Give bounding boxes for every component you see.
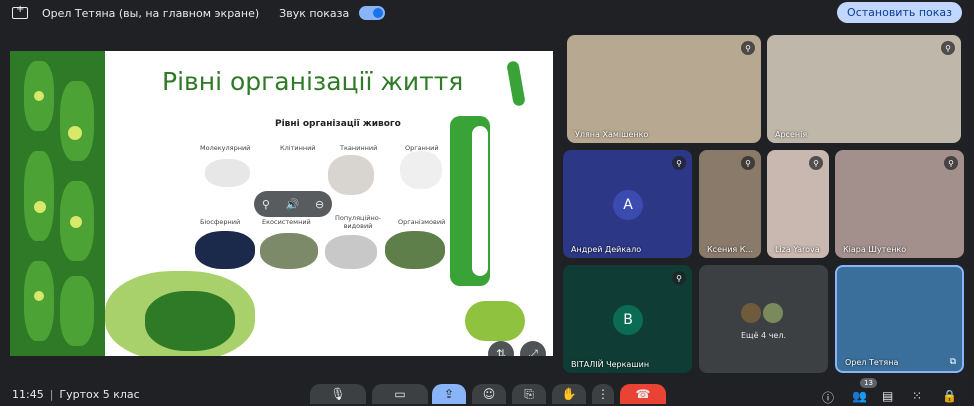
meeting-name: Гуртох 5 клас	[59, 387, 140, 401]
chat-icon[interactable]: ▤	[882, 389, 893, 403]
mic-off-icon: ⚲	[809, 156, 823, 170]
mic-off-icon: ⚲	[672, 156, 686, 170]
participant-name: Кіара Шутенко	[843, 245, 907, 254]
mic-off-icon[interactable]: ⚲	[262, 198, 270, 211]
leaf-cell	[60, 276, 94, 346]
top-bar: Орел Тетяна (вы, на главном экране) Звук…	[0, 0, 974, 26]
slide-title: Рівні організації життя	[162, 67, 464, 96]
avatar	[741, 303, 761, 323]
volume-icon[interactable]: 🔊	[286, 198, 300, 211]
leaf-dot	[34, 91, 44, 101]
leaf-dot	[34, 201, 46, 213]
clock: 11:45	[12, 387, 44, 401]
level-label: Клітинний	[280, 144, 316, 152]
level-label: Популяційно-видовий	[334, 214, 382, 230]
present-screen-icon	[12, 4, 28, 19]
pip-icon[interactable]: ⧉	[950, 357, 956, 367]
mic-off-icon: ⚲	[741, 41, 755, 55]
biosphere-image	[195, 231, 255, 269]
end-call-icon: ☎	[635, 387, 651, 401]
emoji-icon: ☺	[482, 387, 496, 401]
presented-slide: Рівні організації життя Рівні організаці…	[10, 51, 553, 356]
participant-tile[interactable]: ⚲ Арсенія	[767, 35, 961, 143]
mic-off-icon: ⚲	[672, 271, 686, 285]
molecule-image	[205, 159, 250, 187]
more-participants-label: Ещё 4 чел.	[741, 331, 786, 340]
captions-button[interactable]: ⎘	[512, 384, 546, 404]
emoji-button[interactable]: ☺	[472, 384, 506, 404]
participant-tile[interactable]: ⚲ Liza Yarova	[767, 150, 829, 258]
activities-icon[interactable]: ⁙	[912, 389, 922, 403]
mic-button[interactable]: 🎙	[310, 384, 366, 404]
level-label: Тканинний	[340, 144, 378, 152]
participant-name: Орел Тетяна	[845, 358, 899, 367]
mic-off-icon: ⚲	[941, 41, 955, 55]
participant-name: ВІТАЛІЙ Черкашин	[571, 360, 650, 369]
leaf-dot	[68, 126, 82, 140]
population-image	[325, 235, 377, 269]
presenter-name: Орел Тетяна (вы, на главном экране)	[42, 6, 260, 20]
mic-off-icon: ⚲	[944, 156, 958, 170]
bacteria	[506, 60, 526, 107]
participant-tile[interactable]: ⚲ Ксения К...	[699, 150, 761, 258]
participant-name: Андрей Дейкало	[571, 245, 642, 254]
separator: |	[49, 387, 54, 401]
remove-icon[interactable]: ⊖	[315, 198, 324, 211]
slide-subtitle: Рівні організації живого	[275, 119, 401, 129]
participant-name: Ксения К...	[707, 245, 754, 254]
level-label: Екосистемний	[262, 218, 311, 226]
leaf-cell	[24, 261, 54, 341]
swap-icon[interactable]: ⇅	[488, 341, 514, 356]
participant-tile[interactable]: ⚲ Уляна Хамішенко	[567, 35, 761, 143]
slide-controls: ⚲ 🔊 ⊖	[254, 191, 332, 217]
organ-image	[400, 151, 442, 189]
more-participants-tile[interactable]: Ещё 4 чел.	[699, 265, 828, 373]
more-options-button[interactable]: ⋮	[592, 384, 614, 404]
raise-hand-button[interactable]: ✋	[552, 384, 586, 404]
people-icon[interactable]: 👥	[852, 389, 867, 403]
organism-image	[385, 231, 445, 269]
captions-icon: ⎘	[524, 386, 534, 401]
level-label: Молекулярний	[200, 144, 251, 152]
level-label: Біосферний	[200, 218, 241, 226]
participant-name: Liza Yarova	[775, 245, 820, 254]
present-button[interactable]: ⇪	[432, 384, 466, 404]
camera-icon: ▭	[394, 387, 406, 401]
participant-tile[interactable]: ⚲ B ВІТАЛІЙ Черкашин	[563, 265, 692, 373]
participants-count-badge: 13	[860, 378, 877, 388]
participant-tile[interactable]: ⚲ Кіара Шутенко	[835, 150, 964, 258]
mic-icon: 🎙	[330, 387, 346, 401]
ecosystem-image	[260, 233, 318, 269]
avatar: B	[613, 305, 643, 335]
end-call-button[interactable]: ☎	[620, 384, 666, 404]
host-controls-icon[interactable]: 🔒	[942, 389, 957, 403]
more-icon: ⋮	[597, 387, 609, 401]
participant-name: Арсенія	[775, 130, 808, 139]
leaf-dot	[34, 291, 44, 301]
hand-icon: ✋	[561, 387, 577, 401]
bacteria	[465, 301, 525, 341]
camera-button[interactable]: ▭	[372, 384, 428, 404]
sound-toggle[interactable]	[359, 6, 386, 20]
present-icon: ⇪	[443, 387, 455, 401]
tissue-image	[328, 155, 374, 195]
leaf-dot	[70, 216, 82, 228]
fullscreen-icon[interactable]: ⤢	[520, 341, 546, 356]
avatar: A	[613, 190, 643, 220]
leaf-cell	[60, 81, 94, 161]
white-stripe	[472, 126, 488, 276]
avatar	[763, 303, 783, 323]
participant-name: Уляна Хамішенко	[575, 130, 649, 139]
stop-presenting-button[interactable]: Остановить показ	[837, 2, 962, 23]
level-label: Організмовий	[398, 218, 446, 226]
info-icon[interactable]: ⓘ	[822, 389, 834, 406]
leaf-cell	[24, 151, 54, 241]
sound-label: Звук показа	[279, 6, 350, 20]
mic-off-icon: ⚲	[741, 156, 755, 170]
green-blob-inner	[145, 291, 235, 351]
self-view-tile[interactable]: Орел Тетяна ⧉	[835, 265, 964, 373]
participant-tile[interactable]: ⚲ A Андрей Дейкало	[563, 150, 692, 258]
